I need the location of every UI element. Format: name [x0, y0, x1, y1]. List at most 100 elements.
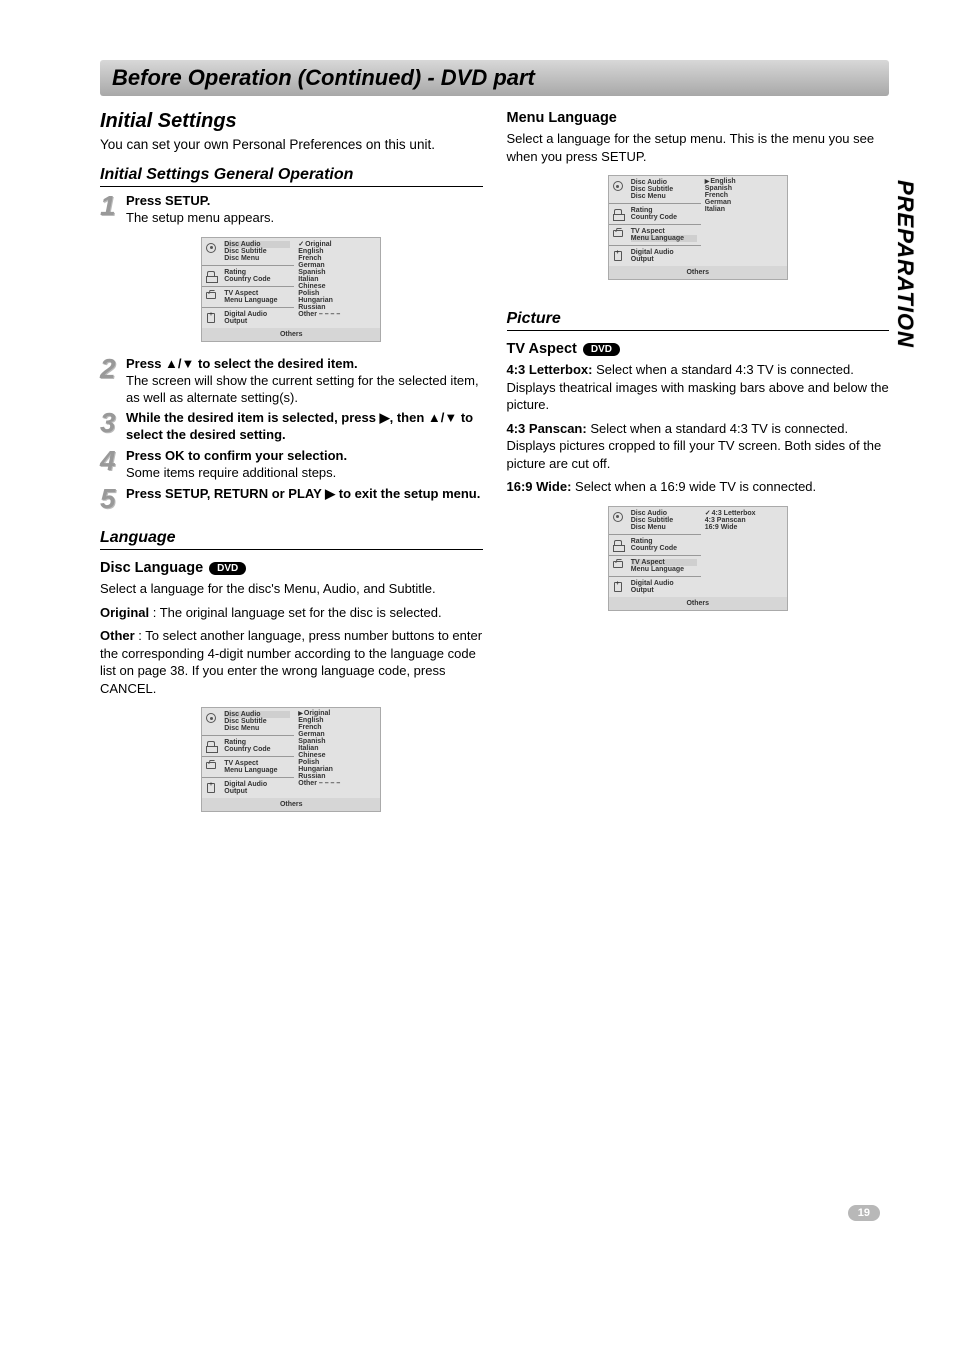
title-bar: Before Operation (Continued) - DVD part	[100, 60, 889, 96]
tv-aspect-wide-label: 16:9 Wide:	[507, 479, 572, 494]
menu-value: French	[705, 192, 783, 199]
menu-value: Original	[298, 710, 376, 717]
menu-item-label: Menu Language	[631, 235, 697, 242]
step-5-title: Press SETUP, RETURN or PLAY ▶ to exit th…	[126, 486, 480, 501]
menu-others: Others	[609, 266, 787, 279]
menu-item-label: Digital Audio Output	[631, 249, 697, 263]
menu-item-label: Digital Audio Output	[631, 580, 697, 594]
menu-item-label: TV Aspect	[224, 760, 290, 767]
menu-value: Other – – – –	[298, 780, 376, 787]
step-2-desc: The screen will show the current setting…	[126, 373, 479, 405]
menu-item-label: Country Code	[631, 214, 697, 221]
aud-icon	[614, 582, 622, 592]
step-number: 3	[100, 410, 120, 435]
left-column: Initial Settings You can set your own Pe…	[100, 110, 483, 826]
menu-others: Others	[202, 328, 380, 341]
tv-aspect-panscan: 4:3 Panscan: Select when a standard 4:3 …	[507, 420, 890, 473]
initial-settings-intro: You can set your own Personal Preference…	[100, 137, 483, 152]
menu-others: Others	[202, 798, 380, 811]
menu-box-setup: Disc AudioDisc SubtitleDisc MenuRatingCo…	[201, 237, 381, 342]
menu-language-text: Select a language for the setup menu. Th…	[507, 130, 890, 165]
menu-item-label: TV Aspect	[631, 559, 697, 566]
tv-aspect-wide: 16:9 Wide: Select when a 16:9 wide TV is…	[507, 478, 890, 496]
menu-item-label: Digital Audio Output	[224, 311, 290, 325]
menu-item-label: Country Code	[631, 545, 697, 552]
menu-value: English	[298, 248, 376, 255]
menu-value: Italian	[298, 745, 376, 752]
disc-language-title: Disc Language	[100, 560, 203, 576]
right-column: Menu Language Select a language for the …	[507, 110, 890, 826]
menu-item-label: Disc Menu	[631, 193, 697, 200]
step-2: 2 Press ▲/▼ to select the desired item. …	[100, 356, 483, 407]
menu-item-label: Disc Menu	[631, 524, 697, 531]
tv-icon	[613, 561, 623, 568]
menu-item-label: Country Code	[224, 276, 290, 283]
disc-icon	[206, 243, 216, 253]
original-desc: : The original language set for the disc…	[149, 605, 441, 620]
menu-value: Spanish	[298, 269, 376, 276]
menu-value: German	[298, 262, 376, 269]
content-columns: Initial Settings You can set your own Pe…	[100, 110, 889, 826]
disc-icon	[613, 512, 623, 522]
menu-box-disc-language: Disc AudioDisc SubtitleDisc MenuRatingCo…	[201, 707, 381, 812]
aud-icon	[614, 251, 622, 261]
step-2-title: Press ▲/▼ to select the desired item.	[126, 356, 358, 371]
menu-value: Russian	[298, 773, 376, 780]
menu-item-label: Disc Menu	[224, 255, 290, 262]
menu-value: Original	[298, 240, 376, 248]
step-3-title: While the desired item is selected, pres…	[126, 410, 473, 442]
menu-item-label: TV Aspect	[631, 228, 697, 235]
aud-icon	[207, 783, 215, 793]
menu-item-label: Rating	[224, 739, 290, 746]
step-4-desc: Some items require additional steps.	[126, 465, 336, 480]
disc-language-topic: Disc Language DVD	[100, 560, 483, 576]
tv-aspect-topic: TV Aspect DVD	[507, 341, 890, 357]
menu-item-label: Disc Audio	[631, 510, 697, 517]
tv-aspect-title: TV Aspect	[507, 341, 577, 357]
picture-heading: Picture	[507, 310, 890, 331]
disc-language-other: Other : To select another language, pres…	[100, 627, 483, 697]
menu-item-label: Disc Subtitle	[224, 718, 290, 725]
menu-item-label: Menu Language	[224, 767, 290, 774]
menu-item-label: Menu Language	[631, 566, 697, 573]
step-1: 1 Press SETUP. The setup menu appears.	[100, 193, 483, 227]
menu-item-label: Disc Audio	[224, 241, 290, 248]
title-bar-text: Before Operation (Continued) - DVD part	[112, 65, 877, 91]
menu-value: Chinese	[298, 283, 376, 290]
disc-language-original: Original : The original language set for…	[100, 604, 483, 622]
tv-aspect-letterbox: 4:3 Letterbox: Select when a standard 4:…	[507, 361, 890, 414]
menu-value: Polish	[298, 759, 376, 766]
menu-value: Hungarian	[298, 297, 376, 304]
menu-value: Polish	[298, 290, 376, 297]
menu-language-title: Menu Language	[507, 110, 617, 126]
lock-icon	[614, 209, 622, 214]
tv-icon	[206, 292, 216, 299]
menu-value: French	[298, 724, 376, 731]
lock-icon	[207, 271, 215, 276]
general-operation-heading: Initial Settings General Operation	[100, 166, 483, 187]
menu-item-label: TV Aspect	[224, 290, 290, 297]
step-3: 3 While the desired item is selected, pr…	[100, 410, 483, 444]
language-heading: Language	[100, 529, 483, 550]
initial-settings-heading: Initial Settings	[100, 110, 483, 133]
tv-icon	[613, 230, 623, 237]
menu-box-menu-language: Disc AudioDisc SubtitleDisc MenuRatingCo…	[608, 175, 788, 280]
disc-icon	[613, 181, 623, 191]
menu-value: Italian	[298, 276, 376, 283]
tv-icon	[206, 762, 216, 769]
menu-item-label: Country Code	[224, 746, 290, 753]
menu-value: Spanish	[705, 185, 783, 192]
menu-others: Others	[609, 597, 787, 610]
menu-value: 4:3 Letterbox	[705, 509, 783, 517]
lock-icon	[614, 540, 622, 545]
aud-icon	[207, 313, 215, 323]
disc-icon	[206, 713, 216, 723]
menu-item-label: Rating	[631, 207, 697, 214]
menu-value: Italian	[705, 206, 783, 213]
page-number: 19	[848, 1205, 880, 1221]
menu-item-label: Disc Subtitle	[631, 517, 697, 524]
menu-value: Spanish	[298, 738, 376, 745]
step-number: 5	[100, 486, 120, 511]
menu-item-label: Disc Menu	[224, 725, 290, 732]
step-number: 2	[100, 356, 120, 381]
